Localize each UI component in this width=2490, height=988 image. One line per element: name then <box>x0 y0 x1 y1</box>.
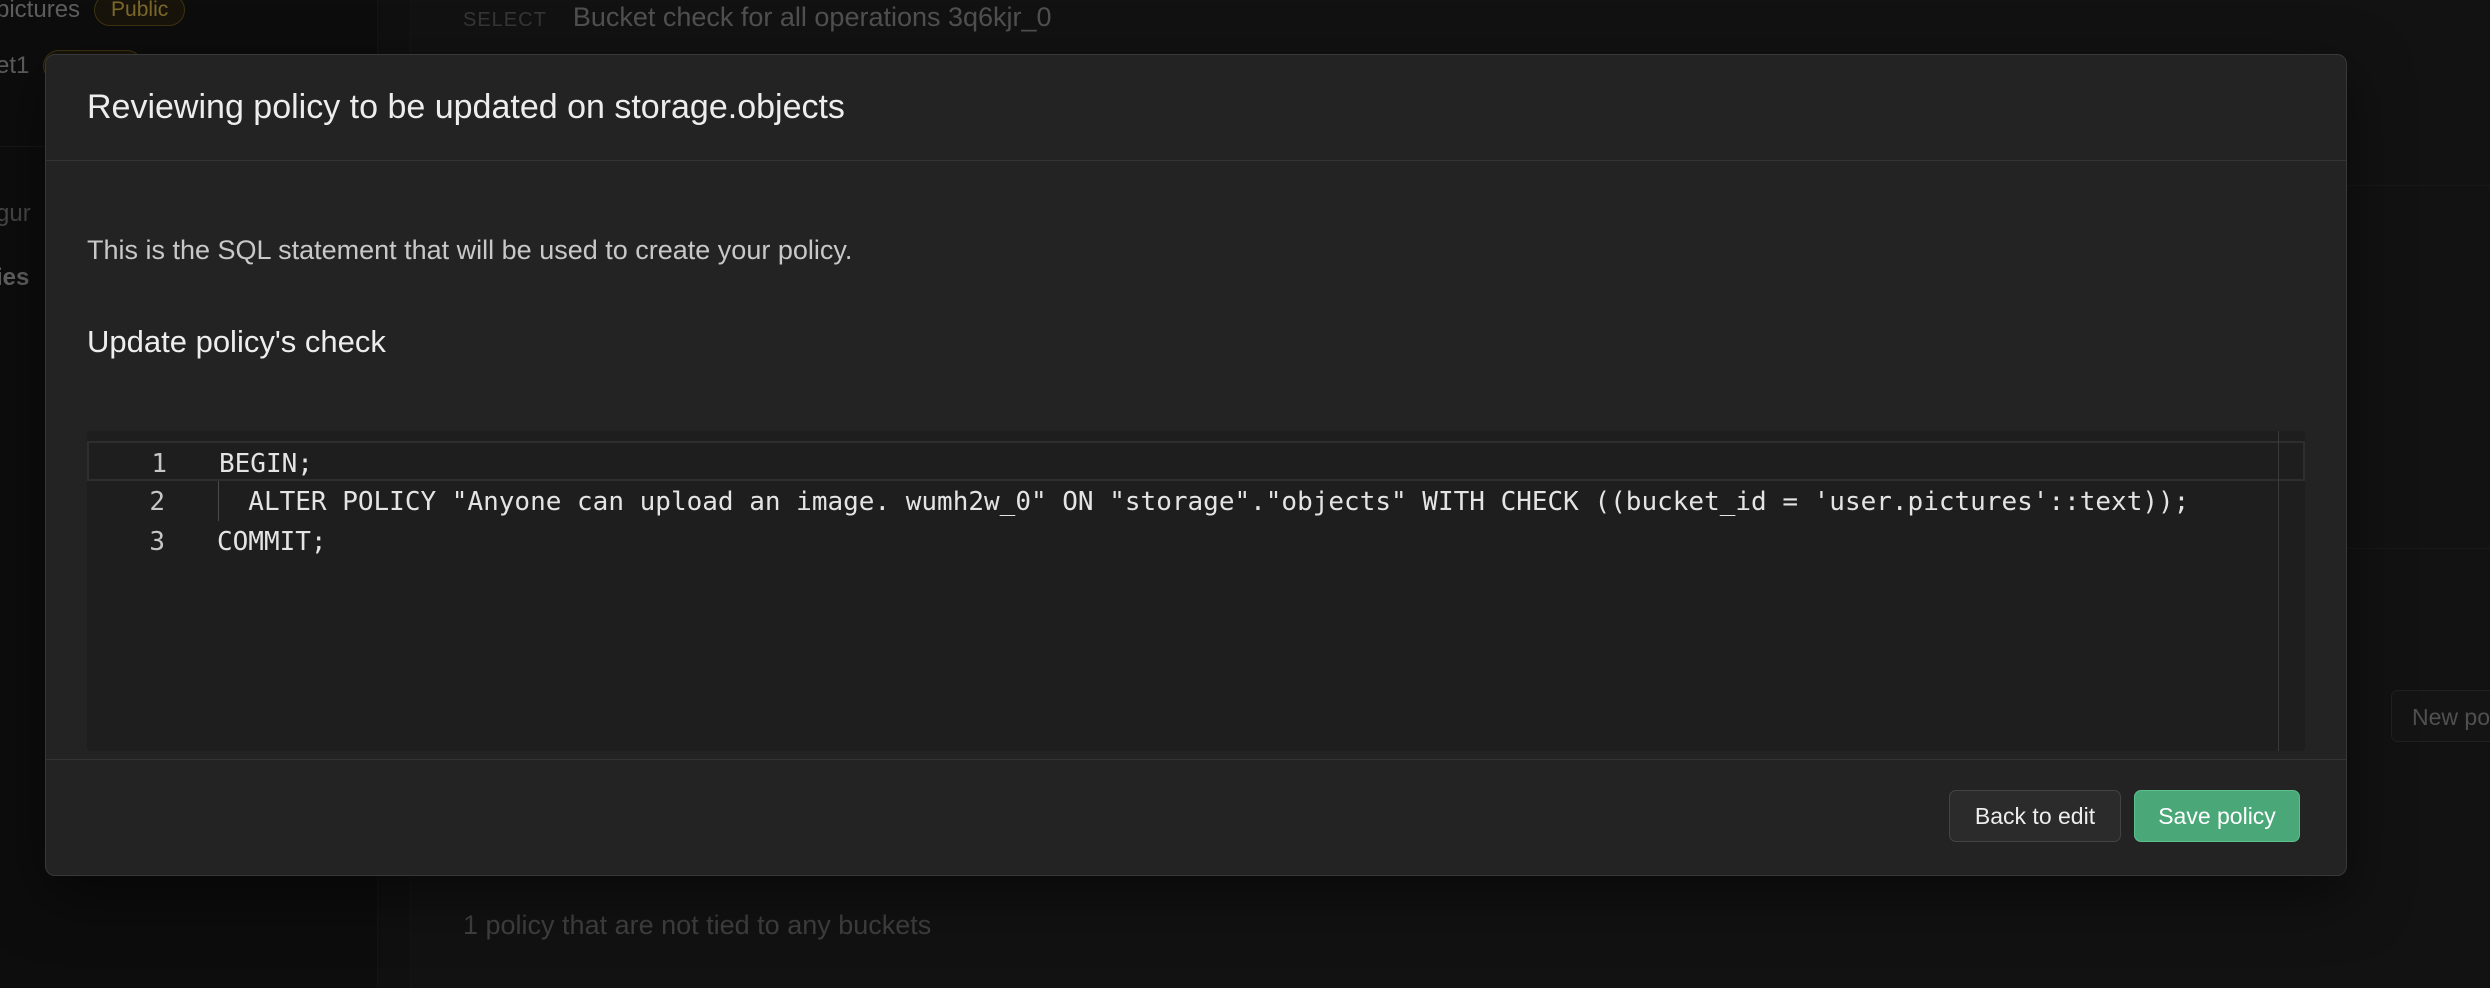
code-line[interactable]: 1 BEGIN; <box>87 441 2305 481</box>
modal-title: Reviewing policy to be updated on storag… <box>87 88 845 126</box>
line-number: 2 <box>149 487 165 517</box>
modal-footer: Back to edit Save policy <box>46 759 2346 875</box>
section-title: Update policy's check <box>87 324 386 359</box>
modal-description: This is the SQL statement that will be u… <box>87 235 853 265</box>
line-number: 3 <box>149 527 165 557</box>
code-text: ALTER POLICY "Anyone can upload an image… <box>217 487 2190 517</box>
back-to-edit-button[interactable]: Back to edit <box>1949 790 2121 842</box>
modal-header: Reviewing policy to be updated on storag… <box>46 55 2346 161</box>
save-policy-button[interactable]: Save policy <box>2134 790 2300 842</box>
code-line[interactable]: 3 COMMIT; <box>87 521 2305 561</box>
sql-editor[interactable]: 1 BEGIN; 2 ALTER POLICY "Anyone can uplo… <box>87 431 2305 751</box>
line-number: 1 <box>151 449 167 479</box>
editor-scrollbar[interactable] <box>2278 431 2279 751</box>
code-text: COMMIT; <box>217 527 327 557</box>
code-line[interactable]: 2 ALTER POLICY "Anyone can upload an ima… <box>87 481 2305 521</box>
code-text: BEGIN; <box>219 449 313 479</box>
modal-body: This is the SQL statement that will be u… <box>46 161 2346 761</box>
review-policy-modal: Reviewing policy to be updated on storag… <box>45 54 2347 876</box>
